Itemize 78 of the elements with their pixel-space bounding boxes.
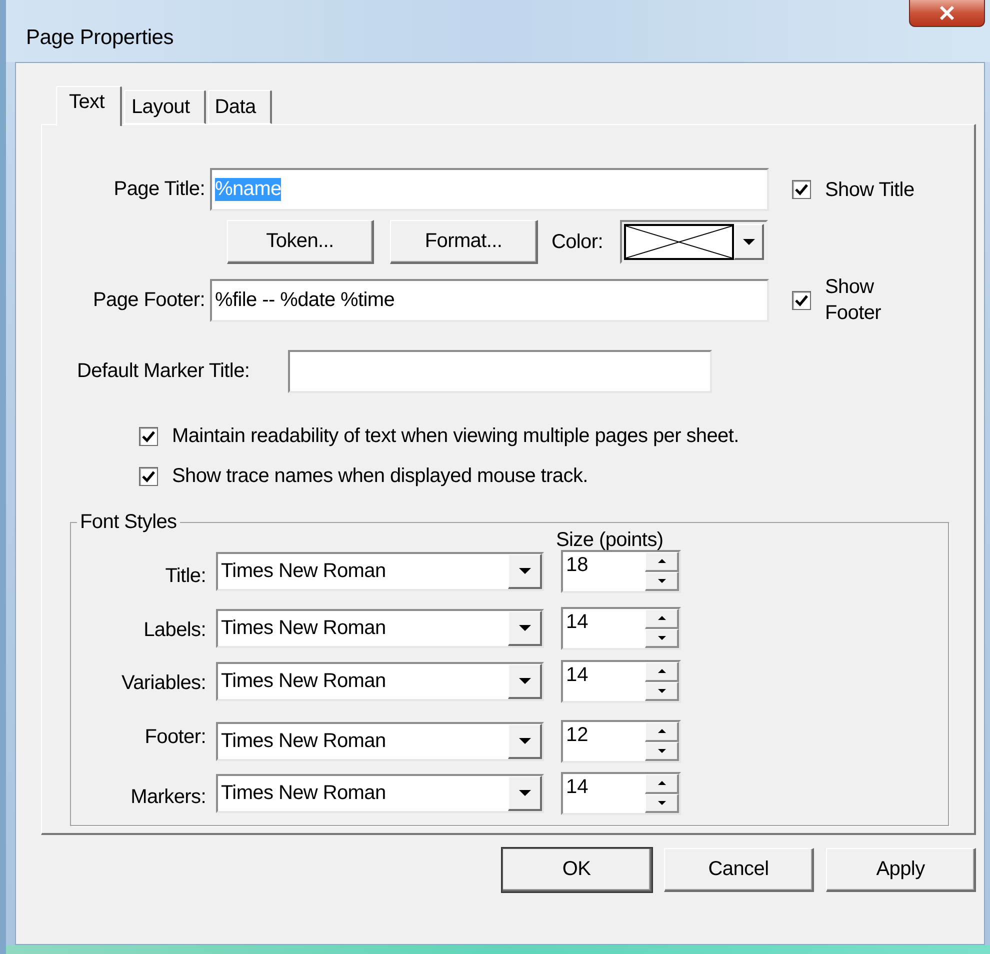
font-label: Markers:: [130, 786, 206, 809]
checkbox[interactable]: [139, 466, 158, 486]
column-header: Size (points): [556, 530, 664, 550]
spin-down-button[interactable]: [645, 572, 679, 591]
spin-down-button[interactable]: [645, 794, 679, 813]
size-spinbox[interactable]: 18: [561, 550, 681, 593]
spin-up-button[interactable]: [645, 774, 679, 794]
close-icon: [939, 6, 955, 20]
size-spinbox[interactable]: 14: [561, 660, 681, 703]
font-label: Footer:: [144, 726, 206, 749]
field-label: Page Footer:: [92, 288, 206, 312]
dropdown-button[interactable]: [734, 224, 764, 260]
caret-down-icon: [518, 625, 530, 631]
tab[interactable]: Data: [208, 90, 272, 124]
checkbox-label: Show trace names when displayed mouse track.: [172, 464, 588, 489]
font-label: Variables:: [120, 672, 206, 695]
caret-up-icon: [658, 669, 666, 674]
field-label: Default Marker Title:: [77, 360, 251, 383]
caret-down-icon: [658, 688, 666, 693]
dropdown-button[interactable]: [508, 664, 542, 699]
caret-down-icon: [518, 790, 530, 796]
field-label: Page Title:: [112, 178, 206, 201]
dropdown-button[interactable]: [508, 554, 542, 589]
caret-down-icon: [658, 800, 666, 805]
size-spinbox[interactable]: 12: [561, 720, 681, 763]
font-label: Title:: [164, 565, 206, 588]
size-spinbox[interactable]: 14: [561, 772, 681, 815]
group-title: Font Styles: [79, 511, 178, 534]
font-dropdown[interactable]: Times New Roman: [216, 662, 544, 701]
font-dropdown[interactable]: Times New Roman: [216, 552, 544, 591]
checkbox[interactable]: [792, 180, 811, 199]
checkbox[interactable]: [139, 426, 158, 446]
spin-up-button[interactable]: [645, 552, 679, 572]
dropdown-button[interactable]: [508, 724, 542, 759]
caret-up-icon: [658, 729, 666, 734]
spin-down-button[interactable]: [645, 682, 679, 701]
check-icon: [795, 183, 808, 196]
caret-up-icon: [658, 559, 666, 564]
marker-title-field[interactable]: [288, 350, 712, 393]
caret-down-icon: [518, 568, 530, 574]
caret-down-icon: [518, 678, 530, 684]
caret-up-icon: [658, 616, 666, 620]
font-label: Labels:: [142, 619, 206, 642]
checkbox[interactable]: [792, 290, 811, 310]
spin-up-button[interactable]: [645, 722, 679, 742]
font-dropdown[interactable]: Times New Roman: [216, 722, 544, 761]
checkbox-label: Maintain readability of text when viewing multiple pages per sheet.: [172, 424, 739, 449]
page-footer-field[interactable]: %file -- %date %time: [210, 278, 769, 322]
spin-up-button[interactable]: [645, 609, 679, 628]
caret-up-icon: [658, 781, 666, 786]
font-dropdown[interactable]: Times New Roman: [216, 774, 544, 813]
dropdown-button[interactable]: [508, 611, 542, 646]
spin-down-button[interactable]: [645, 628, 679, 648]
check-icon: [795, 294, 808, 306]
tab[interactable]: Text: [56, 86, 122, 126]
close-button[interactable]: [909, 0, 985, 27]
dialog-button[interactable]: Apply: [826, 848, 976, 892]
check-icon: [142, 430, 155, 442]
dropdown-button[interactable]: [508, 776, 542, 811]
spin-down-button[interactable]: [645, 742, 679, 761]
caret-down-icon: [518, 738, 530, 744]
spin-up-button[interactable]: [645, 662, 679, 682]
caret-down-icon: [658, 578, 666, 583]
font-dropdown[interactable]: Times New Roman: [216, 609, 544, 648]
format-button[interactable]: Format...: [390, 220, 538, 264]
caret-down-icon: [742, 238, 754, 244]
tab[interactable]: Layout: [124, 90, 206, 124]
check-icon: [142, 470, 155, 482]
checkbox-label: Show Title: [825, 178, 914, 202]
dialog-button[interactable]: OK: [502, 848, 652, 892]
token-button[interactable]: Token...: [227, 220, 374, 264]
size-spinbox[interactable]: 14: [561, 607, 681, 650]
window-title: Page Properties: [26, 26, 174, 50]
caret-down-icon: [658, 636, 666, 640]
caret-down-icon: [658, 748, 666, 753]
checkbox-label: Show Footer: [825, 275, 882, 326]
dialog-button[interactable]: Cancel: [664, 848, 814, 892]
field-label: Color:: [550, 230, 604, 254]
